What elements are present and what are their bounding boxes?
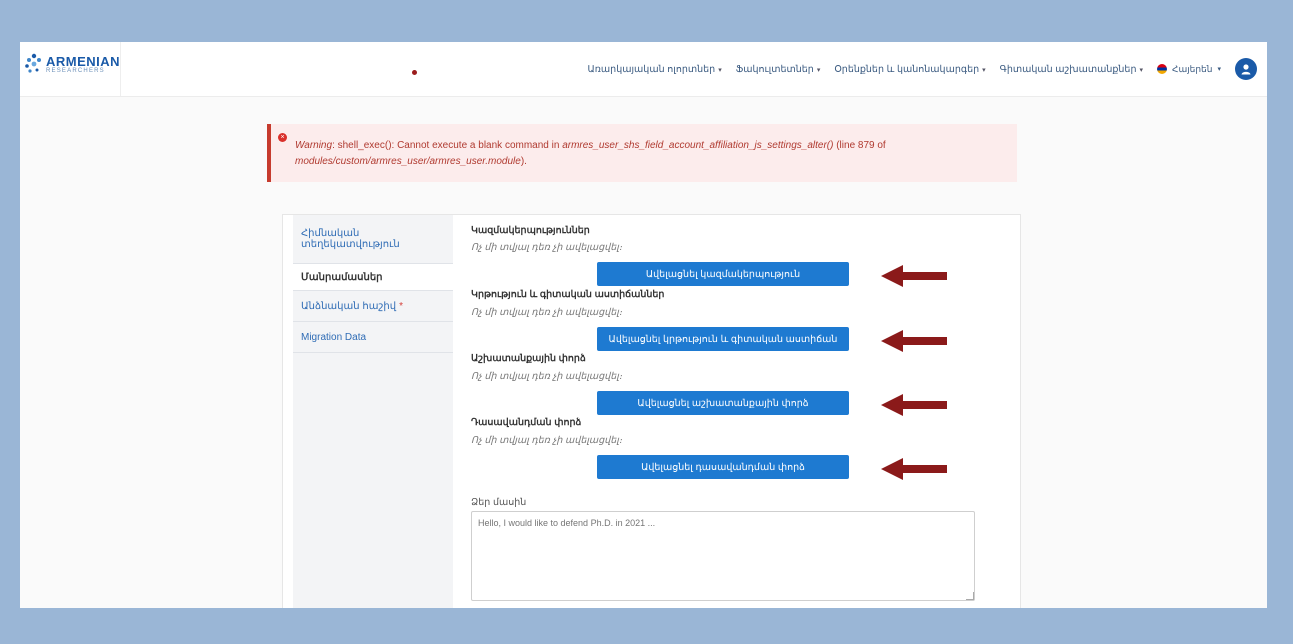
- nav-item-laws[interactable]: Օրենքներ և կանոնակարգեր ▾: [834, 64, 985, 75]
- armenian-flag-icon: [1157, 64, 1167, 74]
- arrow-left-icon: [881, 330, 947, 352]
- add-education-button[interactable]: Ավելացնել կրթություն և գիտական աստիճան: [597, 327, 849, 351]
- section-empty-text: Ոչ մի տվյալ դեռ չի ավելացվել։: [471, 307, 623, 318]
- warning-body: : shell_exec(): Cannot execute a blank c…: [332, 140, 563, 151]
- nav-item-works[interactable]: Գիտական աշխատանքներ ▾: [1000, 64, 1143, 75]
- site-logo[interactable]: ARMENIAN RESEARCHERS: [20, 42, 121, 96]
- browser-page: ARMENIAN RESEARCHERS Առարկայական ոլորտնե…: [20, 42, 1267, 608]
- arrow-left-icon: [881, 458, 947, 480]
- tab-label: Migration Data: [301, 331, 367, 343]
- section-empty-text: Ոչ մի տվյալ դեռ չի ավելացվել։: [471, 242, 623, 253]
- chevron-down-icon: ▾: [816, 66, 821, 74]
- logo-name: ARMENIAN: [46, 54, 121, 69]
- section-title-organizations: Կազմակերպություններ: [471, 225, 590, 236]
- warning-message: × Warning: shell_exec(): Cannot execute …: [267, 124, 1017, 182]
- site-header: ARMENIAN RESEARCHERS Առարկայական ոլորտնե…: [20, 42, 1267, 97]
- tab-personal-account[interactable]: Անձնական հաշիվ *: [293, 291, 453, 322]
- warning-prefix: Warning: [295, 140, 333, 151]
- warning-suffix: ).: [520, 156, 527, 167]
- required-marker: *: [399, 300, 403, 312]
- profile-form: Հիմնական տեղեկատվություն Մանրամասներ Անձ…: [282, 214, 1021, 608]
- tab-label: Հիմնական տեղեկատվություն: [301, 228, 400, 250]
- error-icon: ×: [278, 133, 287, 142]
- arrow-left-icon: [881, 265, 947, 287]
- tab-label: Անձնական հաշիվ: [301, 300, 397, 312]
- resize-handle-icon[interactable]: [966, 592, 974, 600]
- warning-function: armres_user_shs_field_account_affiliatio…: [562, 140, 834, 151]
- section-empty-text: Ոչ մի տվյալ դեռ չի ավելացվել։: [471, 435, 623, 446]
- cursor-dot: [412, 70, 417, 75]
- warning-line: (line 879 of: [833, 140, 886, 151]
- nav-item-subjects[interactable]: Առարկայական ոլորտներ ▾: [587, 64, 721, 75]
- chevron-down-icon: ▾: [1139, 66, 1143, 74]
- section-title-work-experience: Աշխատանքային փորձ: [471, 353, 586, 364]
- user-account-icon[interactable]: [1235, 58, 1257, 80]
- language-selector[interactable]: Հայերեն ▾: [1157, 64, 1221, 75]
- warning-text: Warning: shell_exec(): Cannot execute a …: [295, 138, 995, 170]
- about-me-label: Ձեր մասին: [471, 497, 527, 508]
- user-silhouette-icon: [1241, 64, 1251, 75]
- main-nav: Առարկայական ոլորտներ ▾ Ֆակուլտետներ ▾ Օրեն…: [587, 57, 1257, 81]
- tab-basic-info[interactable]: Հիմնական տեղեկատվություն: [293, 215, 453, 264]
- section-title-teaching-experience: Դասավանդման փորձ: [471, 417, 582, 428]
- add-organization-button[interactable]: Ավելացնել կազմակերպություն: [597, 262, 849, 286]
- tab-label: Մանրամասներ: [301, 271, 383, 283]
- nav-item-faculties[interactable]: Ֆակուլտետներ ▾: [736, 64, 821, 75]
- chevron-down-icon: ▾: [1217, 66, 1221, 73]
- language-label: Հայերեն: [1172, 63, 1213, 74]
- chevron-down-icon: ▾: [718, 66, 722, 74]
- vertical-tabs: Հիմնական տեղեկատվություն Մանրամասներ Անձ…: [293, 215, 453, 608]
- tab-details[interactable]: Մանրամասներ: [293, 264, 453, 291]
- warning-file: modules/custom/armres_user/armres_user.m…: [295, 156, 521, 167]
- section-title-education: Կրթություն և գիտական աստիճաններ: [471, 289, 665, 300]
- arrow-left-icon: [881, 394, 947, 416]
- add-work-experience-button[interactable]: Ավելացնել աշխատանքային փորձ: [597, 391, 849, 415]
- about-me-textarea[interactable]: [471, 511, 975, 601]
- logo-icon: [25, 53, 41, 73]
- logo-subtitle: RESEARCHERS: [46, 68, 105, 74]
- add-teaching-experience-button[interactable]: Ավելացնել դասավանդման փորձ: [597, 455, 849, 479]
- tab-migration-data[interactable]: Migration Data: [293, 322, 453, 353]
- section-empty-text: Ոչ մի տվյալ դեռ չի ավելացվել։: [471, 371, 623, 382]
- chevron-down-icon: ▾: [982, 66, 986, 74]
